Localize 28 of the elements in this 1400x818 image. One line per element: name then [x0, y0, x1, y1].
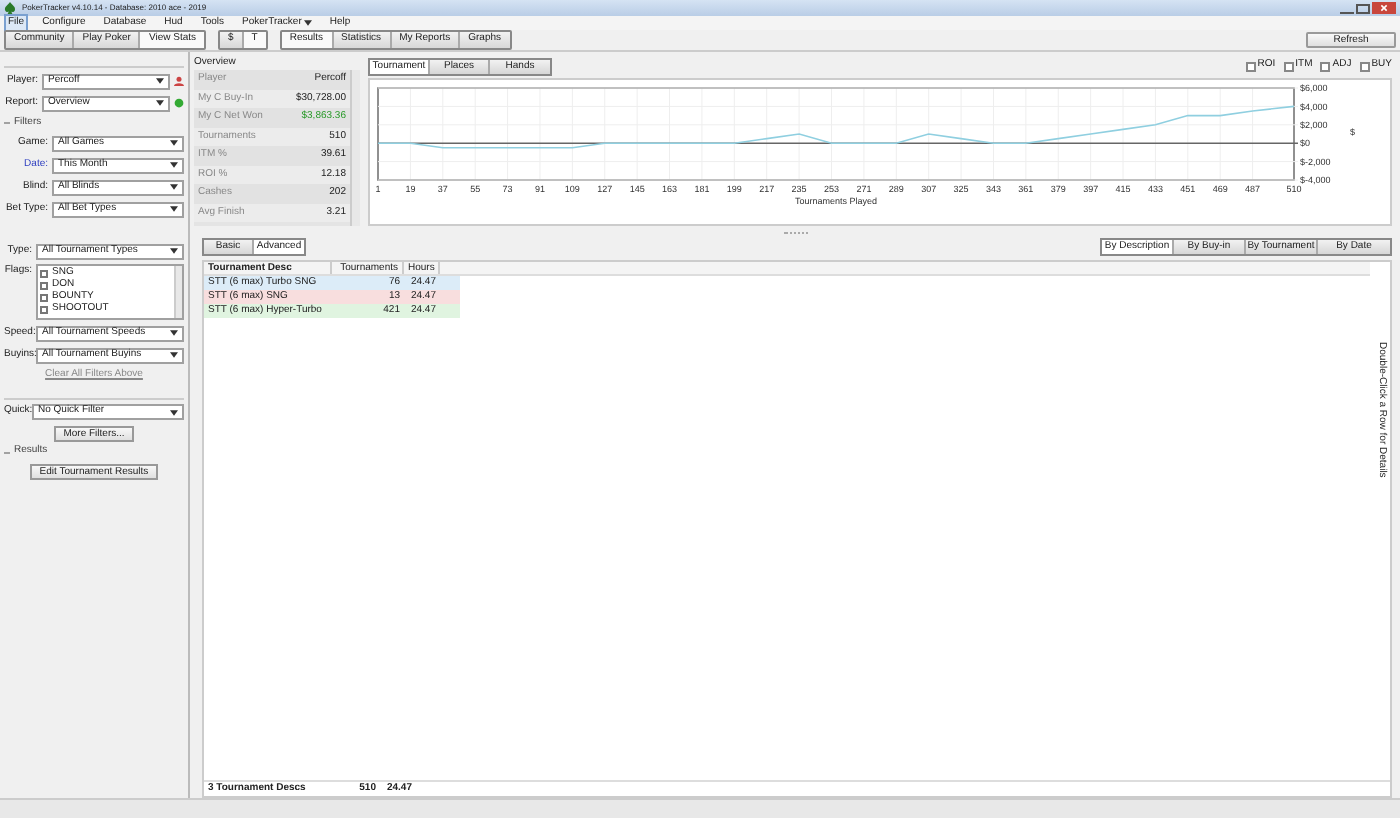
checkbox[interactable]	[1283, 61, 1294, 71]
checkbox[interactable]	[1320, 61, 1331, 71]
caret-icon	[170, 352, 178, 358]
checkbox[interactable]	[40, 270, 48, 278]
close-icon[interactable]	[1372, 2, 1396, 14]
checkbox[interactable]	[40, 306, 48, 314]
spade-icon	[4, 2, 16, 14]
maximize-icon[interactable]	[1356, 3, 1370, 13]
caret-icon	[170, 248, 178, 254]
caret-icon	[156, 78, 164, 84]
scrollbar[interactable]	[350, 70, 360, 226]
caret-icon	[170, 184, 178, 190]
checkbox[interactable]	[1359, 61, 1370, 71]
checkbox[interactable]	[1245, 61, 1256, 71]
person-icon	[174, 76, 184, 86]
caret-icon	[170, 330, 178, 336]
collapse-icon[interactable]	[4, 449, 10, 455]
splitter-handle[interactable]	[783, 231, 807, 233]
scrollbar[interactable]	[174, 266, 182, 318]
caret-icon[interactable]	[303, 20, 312, 26]
caret-icon	[170, 162, 178, 168]
caret-icon	[170, 409, 178, 415]
checkbox[interactable]	[40, 282, 48, 290]
caret-icon	[170, 140, 178, 146]
caret-icon	[156, 100, 164, 106]
collapse-icon[interactable]	[4, 120, 10, 126]
checkbox[interactable]	[40, 294, 48, 302]
caret-icon	[170, 206, 178, 212]
